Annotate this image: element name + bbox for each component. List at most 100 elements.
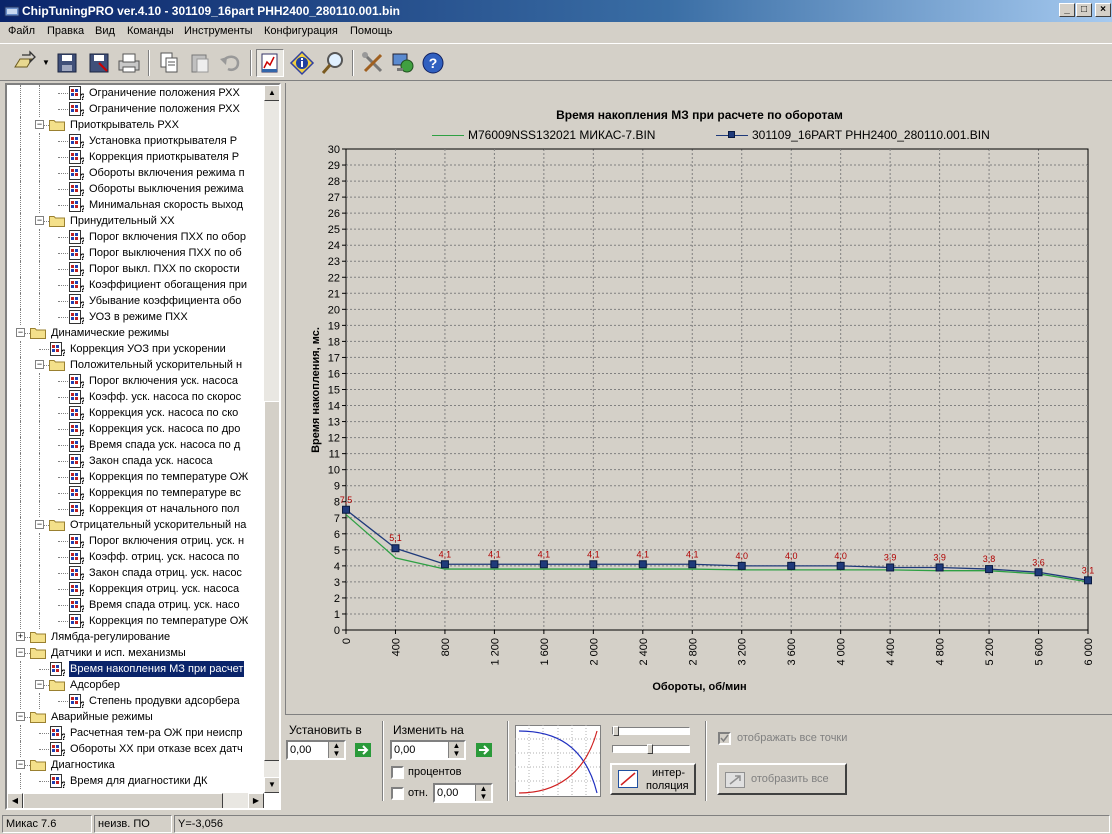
tree-item[interactable]: ? Минимальная скорость выход [7,197,264,213]
scroll-up-button[interactable]: ▲ [264,85,279,101]
expander-icon[interactable]: − [16,328,25,337]
expander-icon[interactable]: − [16,760,25,769]
tree-item[interactable]: ? Коэффициент обогащения при [7,277,264,293]
tree-item[interactable]: ? Порог включения ПХХ по обор [7,229,264,245]
expander-icon[interactable]: + [16,632,25,641]
show-all-points-checkbox[interactable] [718,732,731,745]
menu-tools[interactable]: Инструменты [184,25,253,37]
tree-item[interactable]: ? Коррекция по температуре ОЖ [7,469,264,485]
menu-view[interactable]: Вид [95,25,115,37]
tree-item[interactable]: ? Коэфф. отриц. уск. насоса по [7,549,264,565]
tree-item[interactable]: ? Степень продувки адсорбера [7,693,264,709]
tree-item[interactable]: − Диагностика [7,757,264,773]
curve-preview-icon[interactable] [515,725,601,797]
scroll-thumb[interactable] [264,401,279,761]
undo-icon[interactable] [216,49,244,77]
tools-icon[interactable] [359,49,387,77]
expander-icon[interactable]: − [35,216,44,225]
tree-item[interactable]: − Приоткрыватель РХХ [7,117,264,133]
set-value-spin[interactable]: 0,00 ▲ ▼ [286,740,346,760]
menu-file[interactable]: Файл [8,25,35,37]
interpolation-button[interactable]: интер- поляция [610,763,696,795]
tree-item[interactable]: ? Коррекция по температуре ОЖ [7,613,264,629]
search-icon[interactable] [319,49,347,77]
menu-config[interactable]: Конфигурация [264,25,338,37]
maximize-button[interactable]: □ [1076,3,1092,17]
spin-arrows-icon[interactable]: ▲ ▼ [328,742,344,758]
tree-item[interactable]: ? Порог выкл. ПХХ по скорости [7,261,264,277]
tree-item[interactable]: ? Обороты ХХ при отказе всех датч [7,741,264,757]
tree-item[interactable]: ? Установка приоткрывателя Р [7,133,264,149]
tree-item[interactable]: ? Ограничение положения РХХ [7,101,264,117]
expander-icon[interactable]: − [16,648,25,657]
minimize-button[interactable]: _ [1059,3,1075,17]
scroll-left-button[interactable]: ◀ [7,793,23,808]
tree-item[interactable]: ? Коррекция приоткрывателя Р [7,149,264,165]
tree-item[interactable]: ? Коррекция по температуре вс [7,485,264,501]
tree-item[interactable]: − Отрицательный ускорительный на [7,517,264,533]
expander-icon[interactable]: − [35,680,44,689]
menu-help[interactable]: Помощь [350,25,393,37]
tree-item[interactable]: ? Порог выключения ПХХ по об [7,245,264,261]
tree-item[interactable]: − Принудительный ХХ [7,213,264,229]
line-chart[interactable]: 0123456789101112131415161718192021222324… [286,83,1112,714]
tree-item[interactable]: ? Убывание коэффициента обо [7,293,264,309]
tree-item[interactable]: ? УОЗ в режиме ПХХ [7,309,264,325]
paste-icon[interactable] [186,49,214,77]
open-icon[interactable] [10,49,38,77]
tree-item[interactable]: ? Закон спада уск. насоса [7,453,264,469]
tree-item[interactable]: ? Порог включения уск. насоса [7,373,264,389]
tree-item[interactable]: ? Коррекция отриц. уск. насоса [7,581,264,597]
tree-horizontal-scrollbar[interactable]: ◀ ▶ [7,793,264,808]
tree-item[interactable]: ? Порог включения отриц. уск. н [7,533,264,549]
tree-view[interactable]: ? Ограничение положения РХХ? Ограничение п… [7,85,264,793]
scroll-right-button[interactable]: ▶ [248,793,264,808]
scroll-down-button[interactable]: ▼ [264,777,279,793]
expander-icon[interactable]: − [16,712,25,721]
print-icon[interactable] [115,49,143,77]
tree-item[interactable]: ? Обороты выключения режима [7,181,264,197]
show-all-button[interactable]: отобразить все [717,763,847,795]
spin-arrows-icon[interactable]: ▲ ▼ [448,742,464,758]
tree-item[interactable]: − Адсорбер [7,677,264,693]
menu-commands[interactable]: Команды [127,25,174,37]
expander-icon[interactable]: − [35,120,44,129]
tree-item[interactable]: ? Коррекция от начального пол [7,501,264,517]
tree-item[interactable]: ? Ограничение положения РХХ [7,85,264,101]
apply-set-icon[interactable] [355,743,371,757]
help-icon[interactable]: ? [419,49,447,77]
tree-item[interactable]: ? Время спада отриц. уск. насо [7,597,264,613]
hscroll-thumb[interactable] [23,793,223,808]
expander-icon[interactable]: − [35,360,44,369]
curve-slider-2[interactable] [612,744,690,754]
tree-item[interactable]: − Динамические режимы [7,325,264,341]
tree-item[interactable]: ? Закон спада отриц. уск. насос [7,565,264,581]
tree-item[interactable]: − Положительный ускорительный н [7,357,264,373]
tree-item[interactable]: ? Время накопления МЗ при расчет [7,661,264,677]
close-button[interactable]: × [1095,3,1111,17]
apply-change-icon[interactable] [476,743,492,757]
tree-item[interactable]: ? Коррекция УОЗ при ускорении [7,341,264,357]
percent-checkbox[interactable] [391,766,404,779]
chart-view-icon[interactable] [256,49,284,77]
tree-item[interactable]: ? Коррекция уск. насоса по дро [7,421,264,437]
relative-value-spin[interactable]: 0,00 ▲ ▼ [433,783,493,803]
tree-item[interactable]: − Датчики и исп. механизмы [7,645,264,661]
save-as-icon[interactable] [85,49,113,77]
expander-icon[interactable]: − [35,520,44,529]
tree-item[interactable]: ? Коррекция уск. насоса по ско [7,405,264,421]
curve-slider-1[interactable] [612,726,690,736]
change-value-spin[interactable]: 0,00 ▲ ▼ [390,740,466,760]
info-icon[interactable] [288,49,316,77]
tree-item[interactable]: ? Расчетная тем-ра ОЖ при неиспр [7,725,264,741]
tree-item[interactable]: ? Коэфф. уск. насоса по скорос [7,389,264,405]
network-icon[interactable] [389,49,417,77]
tree-item[interactable]: − Аварийные режимы [7,709,264,725]
tree-vertical-scrollbar[interactable]: ▲ ▼ [264,85,279,793]
save-icon[interactable] [53,49,81,77]
menu-edit[interactable]: Правка [47,25,84,37]
tree-item[interactable]: ? Время спада уск. насоса по д [7,437,264,453]
copy-icon[interactable] [155,49,183,77]
relative-checkbox[interactable] [391,787,404,800]
tree-item[interactable]: ? Время для диагностики ДК [7,773,264,789]
